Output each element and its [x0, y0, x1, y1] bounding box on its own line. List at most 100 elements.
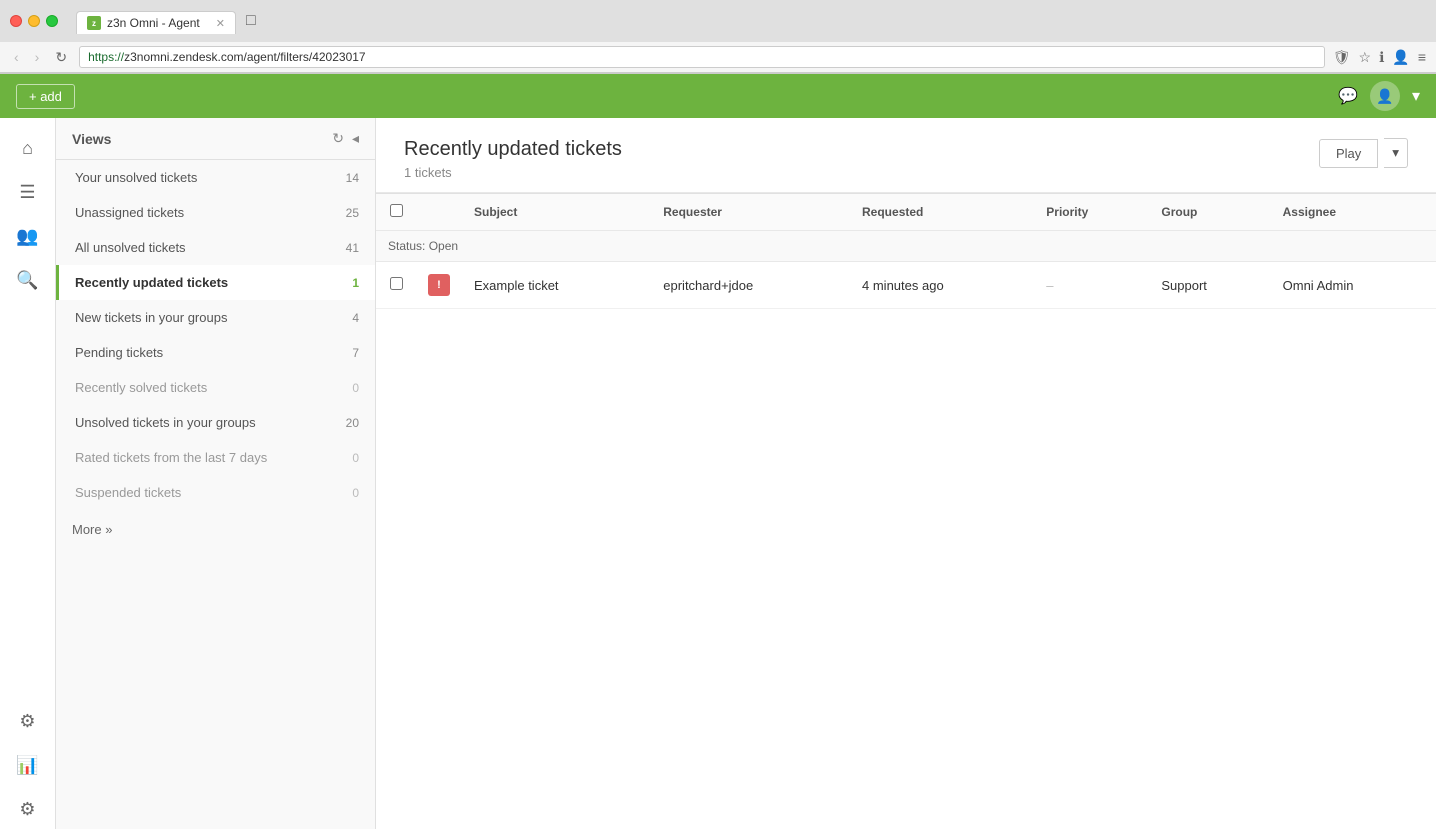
sidebar-item-view[interactable]: Recently solved tickets 0	[56, 370, 375, 405]
side-icons: ⌂ ☰ 👥 🔍 ⚙ 📊 ⚙	[0, 118, 56, 829]
sidebar-item-view[interactable]: Suspended tickets 0	[56, 475, 375, 510]
play-button[interactable]: Play	[1319, 139, 1378, 168]
search-icon-button[interactable]: 🔍	[8, 260, 48, 300]
maximize-button[interactable]	[46, 15, 58, 27]
topbar-right: 💬 👤 ▾	[1338, 81, 1420, 111]
row-group-cell: Support	[1149, 262, 1270, 309]
forward-button[interactable]: ›	[31, 47, 44, 67]
gear-icon-button[interactable]: ⚙	[8, 701, 48, 741]
row-requested-cell: 4 minutes ago	[850, 262, 1034, 309]
row-requester-cell: epritchard+jdoe	[651, 262, 850, 309]
sidebar-item-view[interactable]: All unsolved tickets 41	[56, 230, 375, 265]
main-content: Recently updated tickets 1 tickets Play …	[376, 118, 1436, 829]
app-body: ⌂ ☰ 👥 🔍 ⚙ 📊 ⚙ Views ↻ ◂ Your unsolved ti…	[0, 118, 1436, 829]
view-item-label: Pending tickets	[75, 345, 352, 360]
group-value: Support	[1161, 278, 1207, 293]
ticket-type-badge: !	[428, 274, 450, 296]
shield-icon: 🛡	[1333, 49, 1351, 66]
view-item-label: Recently solved tickets	[75, 380, 352, 395]
tickets-table: Subject Requester Requested Priority Gro…	[376, 193, 1436, 309]
col-requested: Requested	[850, 194, 1034, 231]
browser-addressbar: ‹ › ↻ https://z3nomni.zendesk.com/agent/…	[0, 42, 1436, 73]
users-icon-button[interactable]: 👥	[8, 216, 48, 256]
view-item-count: 25	[346, 206, 359, 220]
content-header: Recently updated tickets 1 tickets Play …	[376, 118, 1436, 193]
chevron-down-icon[interactable]: ▾	[1412, 86, 1420, 106]
close-button[interactable]	[10, 15, 22, 27]
user-avatar[interactable]: 👤	[1370, 81, 1400, 111]
url-text: https://z3nomni.zendesk.com/agent/filter…	[88, 50, 366, 64]
url-protocol: https://	[88, 50, 124, 64]
back-button[interactable]: ‹	[10, 47, 23, 67]
new-tab-button[interactable]: □	[238, 8, 264, 34]
col-priority: Priority	[1034, 194, 1149, 231]
row-priority-cell: –	[1034, 262, 1149, 309]
sidebar-item-view[interactable]: Your unsolved tickets 14	[56, 160, 375, 195]
profile-icon[interactable]: 👤	[1392, 49, 1409, 66]
add-button[interactable]: + add	[16, 84, 75, 109]
url-domain: z3nomni.zendesk.com/agent/filters/420230…	[124, 50, 365, 64]
sidebar-item-view[interactable]: Unsolved tickets in your groups 20	[56, 405, 375, 440]
view-item-label: Unsolved tickets in your groups	[75, 415, 346, 430]
browser-tabs: z z3n Omni - Agent ✕ □	[76, 8, 264, 34]
tickets-count: 1 tickets	[404, 165, 622, 180]
sidebar-item-view[interactable]: Pending tickets 7	[56, 335, 375, 370]
select-all-checkbox[interactable]	[390, 204, 403, 217]
table-body: Status: Open ! Example ticket	[376, 231, 1436, 309]
app-topbar: + add 💬 👤 ▾	[0, 74, 1436, 118]
info-icon[interactable]: ℹ	[1379, 49, 1384, 66]
play-dropdown-button[interactable]: ▾	[1384, 138, 1408, 168]
menu-icon[interactable]: ≡	[1418, 49, 1426, 65]
ticket-subject-link[interactable]: Example ticket	[474, 278, 559, 293]
table-header: Subject Requester Requested Priority Gro…	[376, 194, 1436, 231]
view-item-count: 41	[346, 241, 359, 255]
header-actions: Play ▾	[1319, 138, 1408, 168]
tab-favicon: z	[87, 16, 101, 30]
view-item-count: 14	[346, 171, 359, 185]
view-item-count: 4	[352, 311, 359, 325]
view-item-label: All unsolved tickets	[75, 240, 346, 255]
refresh-button[interactable]: ↻	[51, 47, 71, 68]
url-bar[interactable]: https://z3nomni.zendesk.com/agent/filter…	[79, 46, 1325, 68]
views-header-icons: ↻ ◂	[332, 130, 359, 147]
settings-icon-button[interactable]: ⚙	[8, 789, 48, 829]
content-header-left: Recently updated tickets 1 tickets	[404, 138, 622, 180]
sidebar-item-view[interactable]: Rated tickets from the last 7 days 0	[56, 440, 375, 475]
home-icon-button[interactable]: ⌂	[8, 128, 48, 168]
chat-icon[interactable]: 💬	[1338, 86, 1358, 106]
traffic-lights	[10, 15, 58, 27]
more-views-link[interactable]: More »	[56, 510, 375, 549]
view-item-count: 7	[352, 346, 359, 360]
page-title: Recently updated tickets	[404, 138, 622, 161]
minimize-button[interactable]	[28, 15, 40, 27]
col-assignee: Assignee	[1271, 194, 1436, 231]
sidebar-item-view[interactable]: New tickets in your groups 4	[56, 300, 375, 335]
assignee-value: Omni Admin	[1283, 278, 1354, 293]
browser-tab-active[interactable]: z z3n Omni - Agent ✕	[76, 11, 236, 34]
sidebar-item-view[interactable]: Recently updated tickets 1	[56, 265, 375, 300]
charts-icon-button[interactable]: 📊	[8, 745, 48, 785]
sidebar-item-view[interactable]: Unassigned tickets 25	[56, 195, 375, 230]
views-header: Views ↻ ◂	[56, 118, 375, 160]
row-subject-cell: Example ticket	[462, 262, 651, 309]
refresh-views-icon[interactable]: ↻	[332, 130, 344, 147]
view-item-count: 0	[352, 486, 359, 500]
collapse-views-icon[interactable]: ◂	[352, 130, 359, 147]
view-item-label: Unassigned tickets	[75, 205, 346, 220]
col-type	[416, 194, 462, 231]
view-item-label: Suspended tickets	[75, 485, 352, 500]
table-row[interactable]: ! Example ticket epritchard+jdoe 4 minut…	[376, 262, 1436, 309]
browser-chrome: z z3n Omni - Agent ✕ □ ‹ › ↻ https://z3n…	[0, 0, 1436, 74]
row-checkbox[interactable]	[390, 277, 403, 290]
view-item-label: Recently updated tickets	[75, 275, 352, 290]
col-group: Group	[1149, 194, 1270, 231]
priority-value: –	[1046, 278, 1053, 293]
row-assignee-cell: Omni Admin	[1271, 262, 1436, 309]
view-item-label: Rated tickets from the last 7 days	[75, 450, 352, 465]
status-label: Status: Open	[376, 231, 1436, 262]
star-icon[interactable]: ☆	[1359, 49, 1372, 66]
tab-title: z3n Omni - Agent	[107, 16, 200, 30]
view-item-count: 0	[352, 381, 359, 395]
tickets-icon-button[interactable]: ☰	[8, 172, 48, 212]
tab-close-icon[interactable]: ✕	[216, 17, 225, 30]
